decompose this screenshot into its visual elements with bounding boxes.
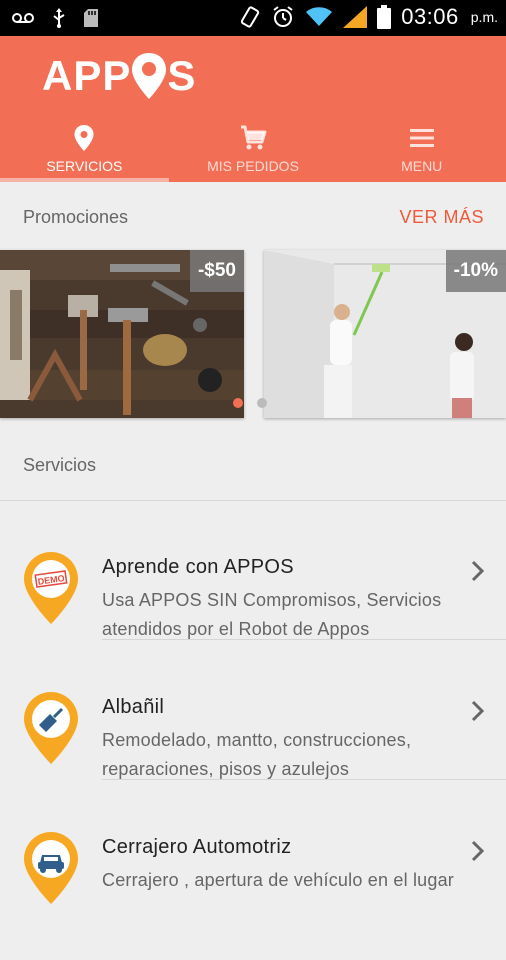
promo-card-tools[interactable]: -$50 — [0, 250, 244, 418]
tab-label: MIS PEDIDOS — [207, 158, 299, 174]
demo-stamp-icon: DEMO — [24, 552, 78, 624]
list-divider — [102, 779, 506, 780]
hamburger-icon — [409, 129, 434, 147]
service-description: Cerrajero , apertura de vehículo en el l… — [102, 870, 454, 890]
promo-carousel[interactable]: -$50 -10% — [0, 250, 506, 420]
carousel-pagination — [233, 398, 267, 408]
appos-logo: APP S — [42, 52, 196, 100]
wifi-icon — [306, 7, 333, 26]
ver-mas-link[interactable]: VER MÁS — [399, 207, 484, 228]
pagination-dot-active[interactable] — [233, 398, 243, 408]
service-description: Usa APPOS SIN Compromisos, Servicios ate… — [102, 590, 442, 639]
tab-servicios[interactable]: SERVICIOS — [0, 122, 169, 182]
usb-icon — [53, 8, 65, 28]
cart-icon — [241, 125, 267, 150]
section-divider — [0, 500, 506, 501]
alarm-icon — [273, 6, 293, 27]
service-item-aprende[interactable]: DEMO Aprende con APPOS Usa APPOS SIN Com… — [0, 540, 506, 680]
promociones-title: Promociones — [23, 206, 129, 227]
rotate-icon — [241, 6, 260, 28]
service-item-albanil[interactable]: Albañil Remodelado, mantto, construccion… — [0, 680, 506, 820]
battery-icon — [377, 5, 392, 29]
car-key-icon — [24, 832, 78, 904]
tab-menu[interactable]: MENU — [337, 122, 506, 182]
service-title: Albañil — [102, 696, 165, 718]
logo-text-right: S — [167, 52, 197, 99]
promo-card-painter[interactable]: -10% — [264, 250, 506, 418]
tab-label: MENU — [401, 158, 443, 174]
service-description: Remodelado, mantto, construcciones, repa… — [102, 730, 412, 779]
chevron-right-icon — [471, 560, 485, 582]
logo-text-left: APP — [42, 52, 132, 99]
signal-icon — [343, 6, 368, 28]
tab-mis-pedidos[interactable]: MIS PEDIDOS — [169, 122, 338, 182]
chevron-right-icon — [471, 840, 485, 862]
tab-bar: SERVICIOS MIS PEDIDOS MENU — [0, 122, 506, 182]
promo-badge: -$50 — [189, 250, 244, 292]
chevron-right-icon — [471, 700, 485, 722]
active-tab-indicator — [0, 178, 169, 182]
servicios-title: Servicios — [23, 454, 97, 475]
promociones-header: Promociones VER MÁS — [0, 204, 506, 230]
voicemail-icon — [12, 13, 34, 23]
list-divider — [102, 639, 506, 640]
trowel-icon — [24, 692, 78, 764]
location-pin-icon — [132, 53, 167, 99]
service-item-cerrajero-automotriz[interactable]: Cerrajero Automotriz Cerrajero , apertur… — [0, 820, 506, 960]
promo-badge: -10% — [445, 250, 506, 292]
location-pin-icon — [74, 125, 94, 151]
service-title: Cerrajero Automotriz — [102, 836, 292, 858]
clock-ampm: p.m. — [470, 9, 498, 25]
service-title: Aprende con APPOS — [102, 556, 294, 578]
pagination-dot[interactable] — [257, 398, 267, 408]
app-bar: APP S SERVICIOS MIS PEDIDOS MENU — [0, 36, 506, 182]
tab-label: SERVICIOS — [46, 158, 123, 174]
clock-time: 03:06 — [401, 4, 459, 29]
sd-card-icon — [84, 9, 98, 27]
servicios-header: Servicios — [0, 452, 506, 478]
status-bar: 03:06 p.m. — [0, 0, 506, 36]
